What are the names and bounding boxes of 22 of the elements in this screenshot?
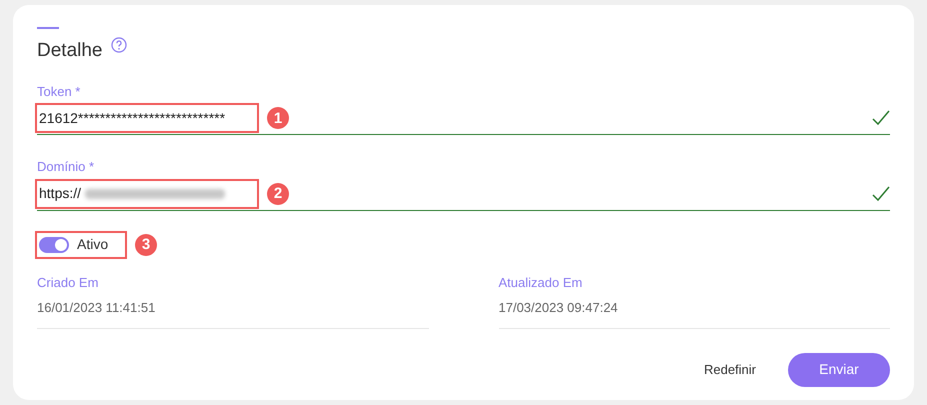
callout-number: 2 xyxy=(267,182,289,204)
reset-button[interactable]: Redefinir xyxy=(704,352,756,386)
check-icon xyxy=(872,186,890,202)
accent-bar xyxy=(37,27,59,29)
info-label: Atualizado Em xyxy=(498,274,584,292)
field-label: Domínio * xyxy=(37,158,96,176)
info-value: 17/03/2023 09:47:24 xyxy=(498,299,619,317)
callout-number: 1 xyxy=(267,107,289,129)
toggle-label: Ativo xyxy=(77,235,108,254)
toggle-switch[interactable] xyxy=(39,236,69,252)
field-value: https:// xyxy=(39,184,82,203)
info-value: 16/01/2023 11:41:51 xyxy=(37,299,156,317)
input-field[interactable]: 21612*************************** 1 xyxy=(37,103,890,135)
input-field[interactable]: https:// 2 xyxy=(37,178,890,210)
field-value: 21612*************************** xyxy=(39,108,226,128)
callout-number: 3 xyxy=(135,234,157,256)
help-icon[interactable] xyxy=(110,37,126,54)
field-label: Token * xyxy=(37,82,82,100)
submit-button[interactable]: Enviar xyxy=(788,352,890,386)
info-label: Criado Em xyxy=(37,274,100,292)
section-title: Detalhe xyxy=(37,39,102,63)
check-icon xyxy=(872,110,890,126)
